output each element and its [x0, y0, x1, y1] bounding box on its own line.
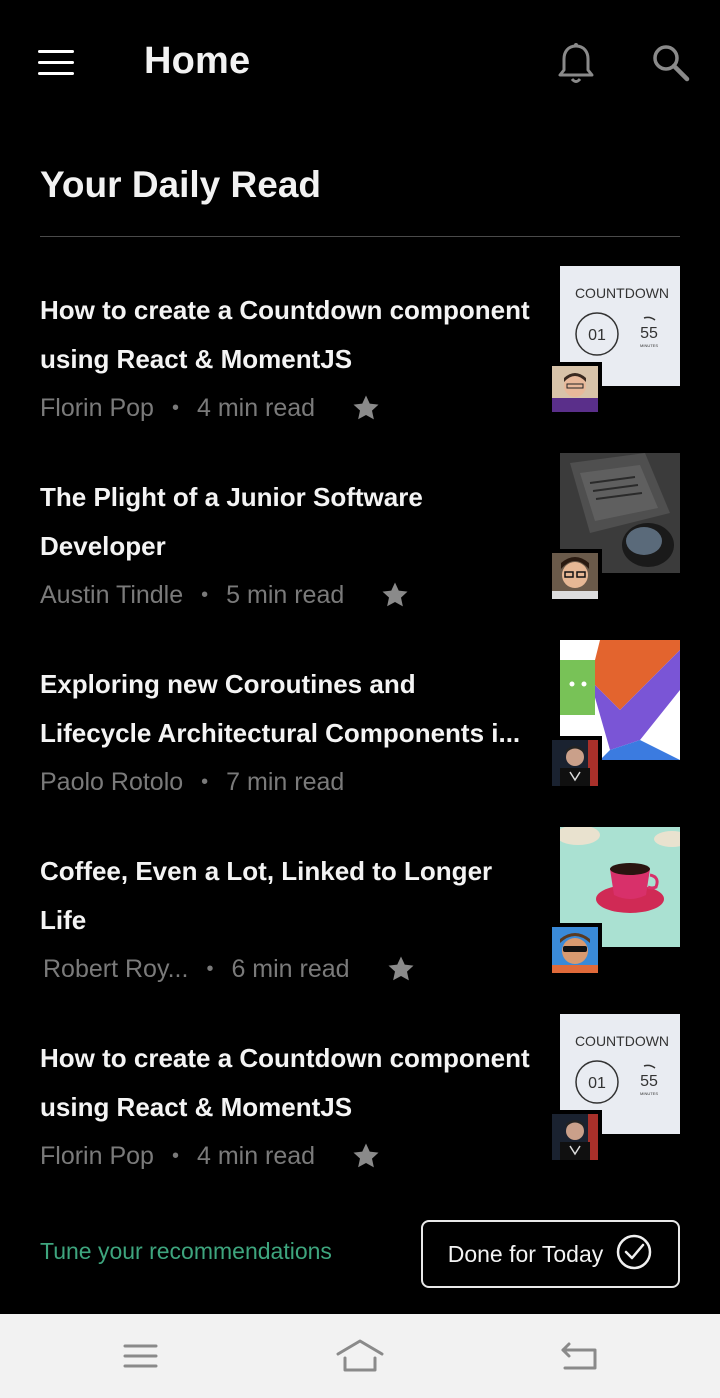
article-meta: Paolo Rotolo • 7 min read [40, 762, 344, 802]
author-name[interactable]: Florin Pop [40, 394, 154, 423]
thumb-small-text: MINUTES [640, 343, 658, 348]
star-icon[interactable] [351, 393, 381, 423]
article-card[interactable]: Coffee, Even a Lot, Linked to Longer Lif… [40, 827, 680, 997]
thumb-text: COUNTDOWN [575, 285, 669, 301]
recent-apps-icon[interactable] [116, 1336, 166, 1376]
avatar [548, 736, 602, 790]
author-name[interactable]: Florin Pop [40, 1142, 154, 1171]
read-time: 6 min read [231, 954, 350, 983]
avatar [548, 549, 602, 603]
article-title: How to create a Countdown component usin… [40, 1043, 530, 1122]
article-title: The Plight of a Junior Software Develope… [40, 482, 423, 561]
avatar [548, 362, 602, 416]
menu-icon[interactable] [38, 50, 74, 78]
separator-dot: • [201, 770, 209, 793]
article-meta: Robert Roy... • 6 min read [43, 949, 416, 989]
tune-recommendations-link[interactable]: Tune your recommendations [40, 1238, 332, 1265]
article-title: Exploring new Coroutines and Lifecycle A… [40, 669, 521, 748]
read-time: 7 min read [226, 767, 345, 796]
separator-dot: • [171, 396, 179, 419]
app-bar: Home [0, 0, 720, 130]
article-card[interactable]: How to create a Countdown component usin… [40, 266, 680, 436]
thumb-number: 55 [640, 1073, 658, 1090]
separator-dot: • [201, 583, 209, 606]
done-for-today-button[interactable]: Done for Today [421, 1220, 680, 1288]
page-title: Home [144, 40, 251, 82]
separator-dot: • [171, 1144, 179, 1167]
article-meta: Florin Pop • 4 min read [40, 388, 381, 428]
system-nav-bar [0, 1314, 720, 1398]
thumb-number: 01 [588, 327, 606, 344]
read-time: 4 min read [196, 393, 316, 422]
avatar [548, 1110, 602, 1164]
separator-dot: • [206, 957, 214, 980]
article-title: Coffee, Even a Lot, Linked to Longer Lif… [40, 856, 493, 935]
article-card[interactable]: How to create a Countdown component usin… [40, 1014, 680, 1184]
thumb-number: 55 [640, 325, 658, 342]
avatar [548, 923, 602, 977]
read-time: 5 min read [226, 580, 345, 609]
section-title: Your Daily Read [40, 164, 322, 205]
article-meta: Austin Tindle • 5 min read [40, 575, 410, 615]
thumb-number: 01 [588, 1075, 606, 1092]
home-nav-icon[interactable] [335, 1336, 385, 1376]
read-time: 4 min read [196, 1141, 316, 1170]
author-name[interactable]: Paolo Rotolo [40, 768, 183, 797]
star-icon[interactable] [386, 954, 416, 984]
author-name[interactable]: Austin Tindle [40, 581, 183, 610]
article-card[interactable]: The Plight of a Junior Software Develope… [40, 453, 680, 623]
thumb-small-text: MINUTES [640, 1091, 658, 1096]
article-card[interactable]: Exploring new Coroutines and Lifecycle A… [40, 640, 680, 810]
article-meta: Florin Pop • 4 min read [40, 1136, 381, 1176]
article-title: How to create a Countdown component usin… [40, 295, 530, 374]
thumb-text: COUNTDOWN [575, 1033, 669, 1049]
author-name[interactable]: Robert Roy... [43, 955, 188, 984]
star-icon[interactable] [380, 580, 410, 610]
back-nav-icon[interactable] [555, 1336, 605, 1376]
bell-icon[interactable] [556, 42, 596, 86]
check-circle-icon [615, 1233, 653, 1276]
done-button-label: Done for Today [447, 1240, 604, 1267]
search-icon[interactable] [650, 42, 690, 82]
star-icon[interactable] [351, 1141, 381, 1171]
divider [40, 236, 680, 237]
